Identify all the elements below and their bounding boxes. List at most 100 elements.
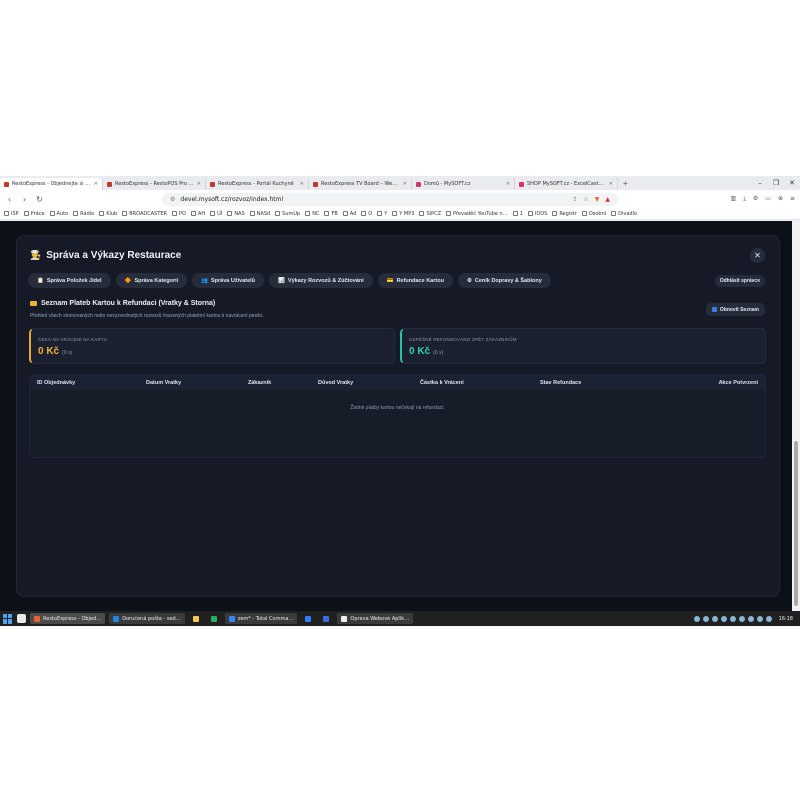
taskbar-app[interactable]: RestoExpress - Objed…	[30, 613, 106, 624]
sidebar-icon[interactable]: ▥	[731, 195, 737, 203]
close-tab-icon[interactable]: ✕	[300, 181, 304, 187]
browser-tab[interactable]: Domů - MySOFT.cz ✕	[412, 178, 515, 190]
download-icon[interactable]: ⤓	[743, 195, 746, 203]
tray-icon[interactable]	[729, 615, 736, 622]
bookmark-item[interactable]: Registr	[552, 211, 577, 217]
bookmark-label: NAS	[234, 210, 245, 217]
browser-tab[interactable]: RestoExpress - Portál Kuchyně ✕	[206, 178, 309, 190]
bookmark-item[interactable]: SumUp	[275, 211, 300, 217]
taskbar-app[interactable]	[319, 613, 333, 624]
bookmark-icon	[552, 211, 558, 216]
scrollbar-thumb[interactable]	[794, 441, 798, 606]
rewards-icon[interactable]: ▲	[605, 196, 610, 203]
maximize-button[interactable]: ❐	[768, 176, 784, 190]
taskbar-app[interactable]	[301, 613, 315, 624]
bookmark-item[interactable]: Rádio	[73, 211, 94, 217]
pending-refunds-card: ČEKÁ NA VRÁCENÍ NA KARTU 0 Kč (0 x)	[29, 328, 395, 364]
shield-icon[interactable]: ▼	[595, 196, 600, 203]
close-tab-icon[interactable]: ✕	[403, 181, 407, 187]
tray-icon[interactable]	[702, 615, 709, 622]
share-icon[interactable]: ⇪	[572, 196, 577, 203]
minimize-button[interactable]: –	[752, 176, 768, 190]
logout-button[interactable]: Odhlásit správce	[714, 275, 765, 287]
page-scrollbar[interactable]	[792, 221, 800, 611]
bookmark-item[interactable]: Osobní	[581, 211, 606, 217]
bookmark-item[interactable]: Ad	[342, 211, 356, 217]
close-window-button[interactable]: ✕	[784, 176, 800, 190]
vpn-icon[interactable]: ⊕	[778, 195, 783, 203]
close-tab-icon[interactable]: ✕	[94, 181, 98, 187]
bookmark-item[interactable]: Auto	[49, 210, 69, 217]
new-tab-button[interactable]: +	[618, 178, 633, 190]
bookmark-item[interactable]: FB	[324, 210, 338, 217]
admin-tab[interactable]: 📋 Správa Položek Jídel	[28, 273, 111, 288]
refresh-list-button[interactable]: Obnovit Seznam	[705, 303, 765, 316]
back-icon[interactable]: ‹	[5, 195, 14, 204]
bookmark-item[interactable]: BROADCASTER	[122, 211, 167, 217]
bookmark-item[interactable]: AH	[190, 211, 205, 217]
close-button[interactable]: ✕	[750, 248, 765, 263]
bookmark-item[interactable]: IDOS	[527, 211, 547, 217]
browser-tab[interactable]: SHOP MySOFT.cz - ExcelCaster: scra…✕	[515, 178, 618, 190]
forward-icon[interactable]: ›	[20, 195, 29, 204]
address-bar[interactable]: ⚙ devel.mysoft.cz/rozvoz/index.html ⇪ ☆ …	[162, 192, 618, 206]
app-icon	[210, 615, 217, 622]
tray-icon[interactable]	[738, 615, 745, 622]
close-tab-icon[interactable]: ✕	[197, 181, 201, 187]
bookmark-icon	[275, 211, 281, 216]
tray-icon[interactable]	[747, 615, 754, 622]
start-icon[interactable]	[3, 613, 13, 624]
taskbar-app[interactable]: Oprava Webové Aplik…	[337, 613, 414, 624]
column-header: Částka k Vrácení	[420, 380, 464, 386]
admin-tab[interactable]: 💳 Refundace Kartou	[377, 273, 453, 288]
bookmark-star-icon[interactable]: ☆	[583, 196, 588, 203]
bookmark-item[interactable]: Y MP3	[392, 211, 414, 217]
taskbar-app[interactable]: Doručená pošta - sed…	[109, 613, 185, 624]
tray-icon[interactable]	[720, 615, 727, 622]
bookmark-label: Auto	[56, 210, 69, 217]
taskbar-app[interactable]	[207, 613, 221, 624]
close-tab-icon[interactable]: ✕	[609, 181, 613, 187]
admin-tab[interactable]: 🔶 Správa Kategorií	[115, 273, 188, 288]
bookmark-item[interactable]: Klub	[99, 211, 117, 217]
bookmark-item[interactable]: Y	[377, 211, 387, 217]
bookmark-item[interactable]: O	[361, 211, 372, 217]
tray-icon[interactable]	[693, 615, 700, 622]
taskbar-app[interactable]	[189, 613, 203, 624]
browser-tab[interactable]: RestoExpress TV Board – WebOS Hu…✕	[309, 178, 412, 190]
page-viewport: 👨‍🍳 Správa a Výkazy Restaurace ✕ 📋 Správa…	[0, 221, 800, 611]
admin-tab[interactable]: 📊 Výkazy Rozvozů & Zúčtování	[269, 273, 373, 288]
clock[interactable]: 16:18	[775, 616, 797, 622]
tray-icon[interactable]	[765, 615, 772, 622]
bookmark-item[interactable]: 1	[512, 211, 523, 217]
pending-label: ČEKÁ NA VRÁCENÍ NA KARTU	[38, 337, 108, 342]
menu-icon[interactable]: ≡	[790, 195, 795, 203]
bookmark-item[interactable]: ISP	[4, 211, 19, 217]
bookmark-item[interactable]: SIPCZ	[419, 211, 441, 217]
bookmark-item[interactable]: Práce	[23, 211, 45, 217]
tray-icon[interactable]	[711, 615, 718, 622]
bookmark-item[interactable]: ÚÍ	[210, 211, 222, 217]
bookmark-item[interactable]: Divadlo	[611, 211, 637, 217]
tab-icon: 🔶	[124, 277, 132, 284]
bookmark-item[interactable]: NC	[305, 211, 319, 217]
bookmark-item[interactable]: NAS	[227, 210, 245, 217]
tray-icon[interactable]	[756, 615, 763, 622]
bookmark-item[interactable]: NASd	[249, 211, 270, 217]
bookmark-item[interactable]: Převaděč YouTube n…	[446, 211, 508, 217]
bookmark-item[interactable]: PO	[172, 211, 186, 217]
reload-icon[interactable]: ↻	[35, 195, 44, 204]
tab-icon: 💳	[386, 277, 394, 284]
admin-tab[interactable]: ⚙ Ceník Dopravy & Šablony	[457, 273, 551, 288]
site-info-icon[interactable]: ⚙	[170, 196, 175, 203]
chrome-icon[interactable]	[17, 614, 26, 623]
taskbar-app[interactable]: zem* - Total Comma…	[224, 613, 298, 624]
extensions-icon[interactable]: ⚙	[753, 195, 758, 203]
wallet-icon[interactable]: ▭	[765, 195, 771, 203]
close-tab-icon[interactable]: ✕	[506, 181, 510, 187]
browser-tab[interactable]: RestoExpress - Objednejte si čer… ✕	[0, 178, 103, 190]
tab-label: Refundace Kartou	[396, 277, 444, 284]
bookmark-label: FB	[331, 210, 338, 217]
admin-tab[interactable]: 👥 Správa Uživatelů	[192, 273, 265, 288]
browser-tab[interactable]: RestoExpress - RestoPOS Pro V3.5 ✕	[103, 178, 206, 190]
